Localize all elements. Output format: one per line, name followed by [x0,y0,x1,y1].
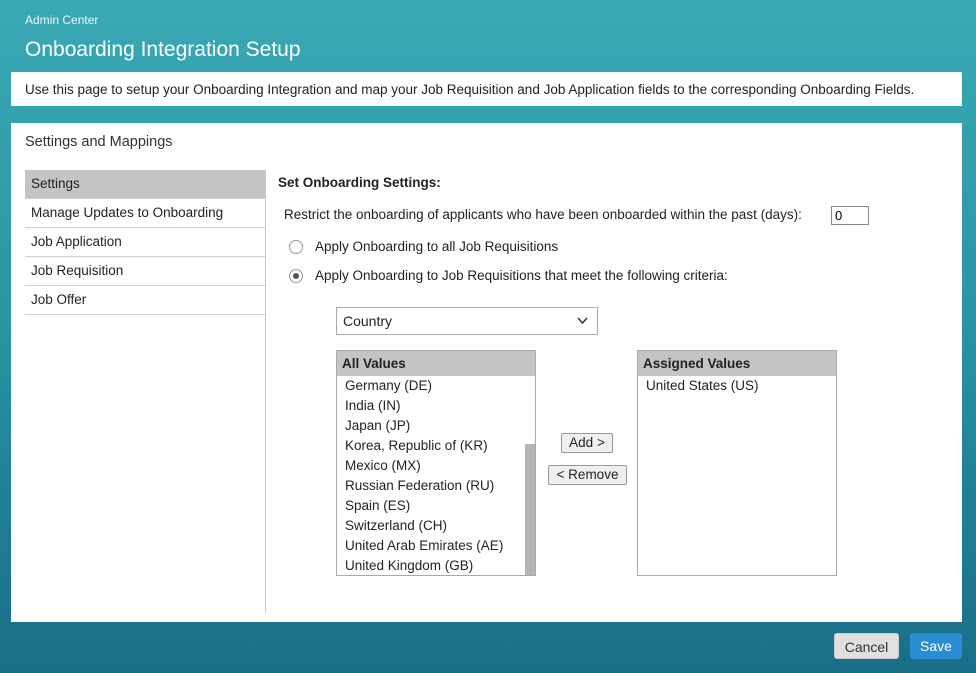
list-item[interactable]: Germany (DE) [337,376,535,396]
radio-all-row[interactable]: Apply Onboarding to all Job Requisitions [289,239,558,254]
all-values-header: All Values [337,351,535,376]
radio-criteria-row[interactable]: Apply Onboarding to Job Requisitions tha… [289,268,728,283]
list-item[interactable]: United Arab Emirates (AE) [337,536,535,556]
restrict-label: Restrict the onboarding of applicants wh… [284,207,802,222]
nav-item-job-requisition[interactable]: Job Requisition [25,257,265,286]
nav-item-job-offer[interactable]: Job Offer [25,286,265,315]
radio-criteria[interactable] [289,268,303,283]
assigned-values-list[interactable]: Assigned Values United States (US) [637,350,837,576]
radio-all[interactable] [289,239,303,254]
chevron-down-icon [577,308,588,344]
criteria-field-select[interactable]: Country [336,307,598,335]
add-button[interactable]: Add > [561,433,613,453]
list-item[interactable]: Switzerland (CH) [337,516,535,536]
criteria-field-value: Country [343,313,393,329]
assigned-values-header: Assigned Values [638,351,836,376]
remove-button[interactable]: < Remove [548,465,627,485]
section-title: Set Onboarding Settings: [278,175,441,190]
list-item[interactable]: Korea, Republic of (KR) [337,436,535,456]
list-item[interactable]: Mexico (MX) [337,456,535,476]
divider [265,170,266,613]
breadcrumb[interactable]: Admin Center [25,13,98,27]
panel-title: Settings and Mappings [25,134,173,150]
nav-item-settings[interactable]: Settings [25,170,265,199]
list-item[interactable]: Russian Federation (RU) [337,476,535,496]
save-button[interactable]: Save [910,633,962,659]
nav-item-job-application[interactable]: Job Application [25,228,265,257]
list-item[interactable]: Japan (JP) [337,416,535,436]
intro-text: Use this page to setup your Onboarding I… [11,72,962,106]
all-values-list[interactable]: All Values Germany (DE) India (IN) Japan… [336,350,536,576]
page-title: Onboarding Integration Setup [25,38,301,61]
scrollbar[interactable] [525,444,535,575]
radio-criteria-label: Apply Onboarding to Job Requisitions tha… [315,268,728,283]
list-item[interactable]: India (IN) [337,396,535,416]
radio-all-label: Apply Onboarding to all Job Requisitions [315,239,559,254]
list-item[interactable]: United Kingdom (GB) [337,556,535,575]
side-nav: Settings Manage Updates to Onboarding Jo… [25,170,265,315]
settings-panel: Settings and Mappings Settings Manage Up… [11,123,962,622]
list-item[interactable]: Spain (ES) [337,496,535,516]
restrict-days-input[interactable] [831,206,869,225]
nav-item-manage-updates[interactable]: Manage Updates to Onboarding [25,199,265,228]
cancel-button[interactable]: Cancel [834,633,899,659]
list-item[interactable]: United States (US) [638,376,836,396]
